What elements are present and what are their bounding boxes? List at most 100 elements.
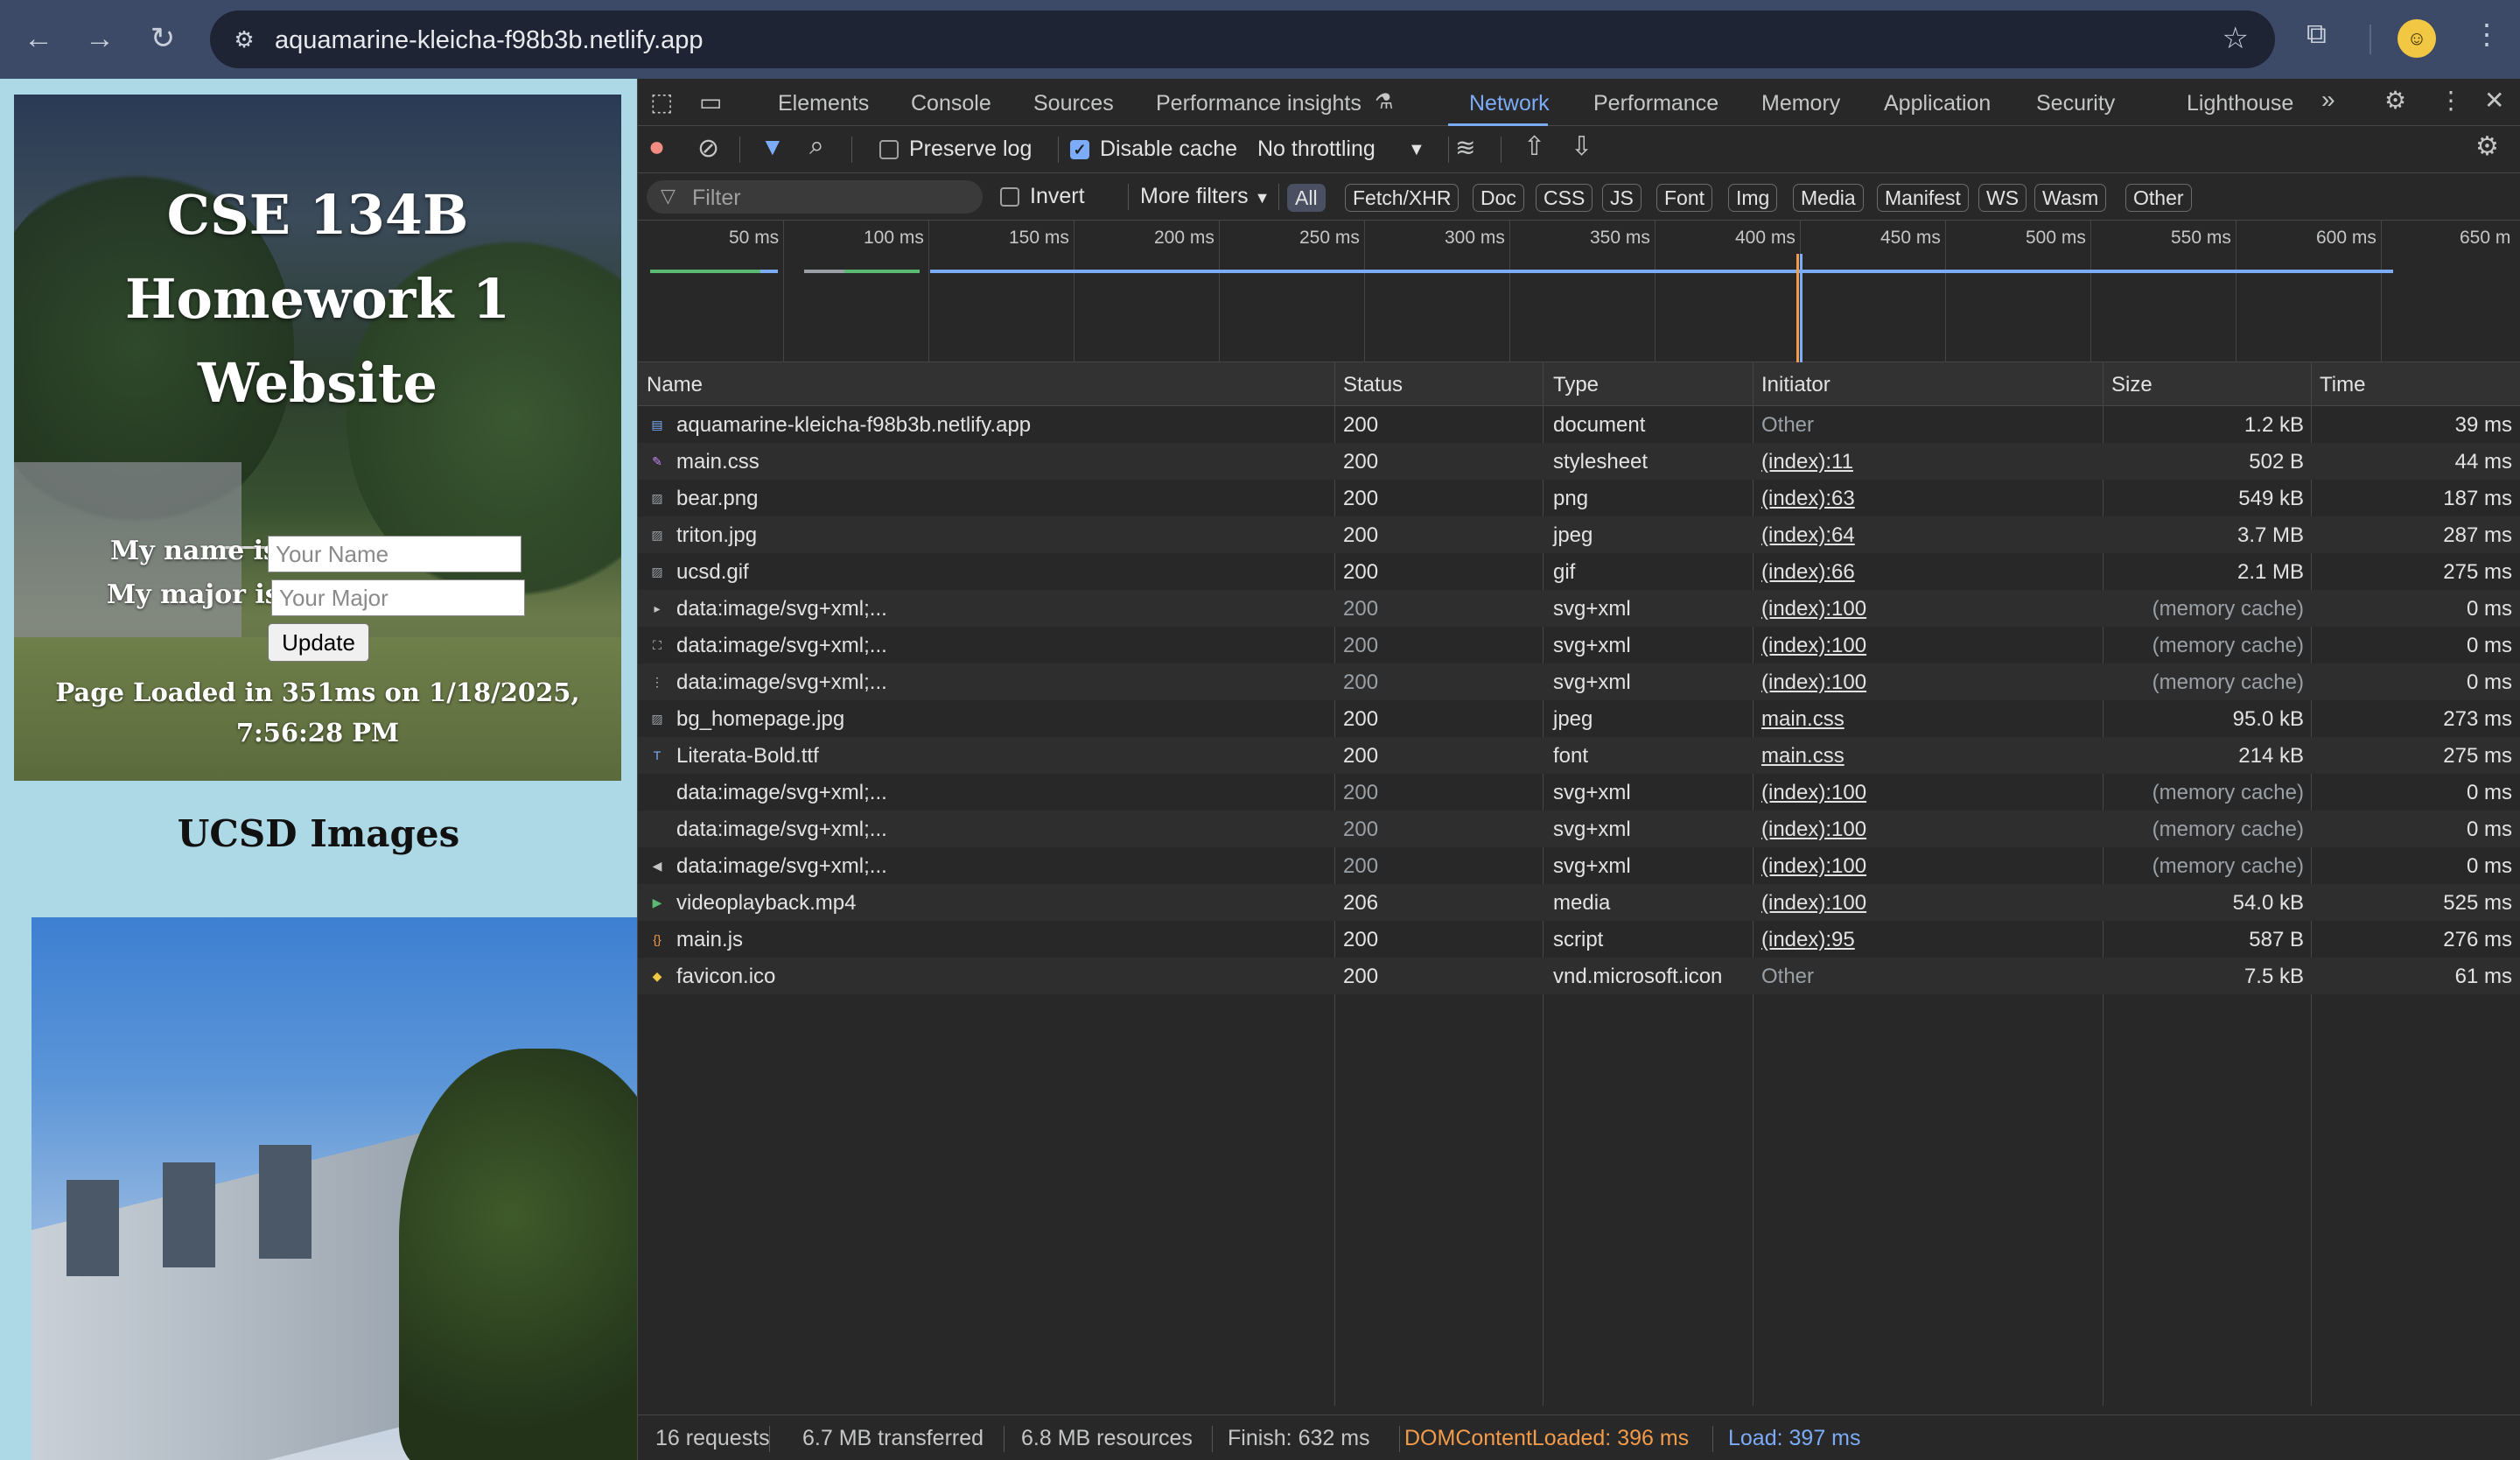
filter-type-manifest[interactable]: Manifest	[1877, 184, 1969, 212]
tab-lighthouse[interactable]: Lighthouse	[2187, 91, 2293, 116]
disable-cache-checkbox[interactable]: ✓	[1070, 140, 1089, 159]
search-icon[interactable]: ⌕	[809, 131, 824, 161]
request-name[interactable]: triton.jpg	[676, 523, 757, 548]
record-stop-icon[interactable]: ⏺	[650, 133, 663, 163]
table-row[interactable]: ▸ data:image/svg+xml;... 200 svg+xml (index)…	[638, 590, 2520, 627]
tab-network[interactable]: Network	[1469, 91, 1550, 116]
request-name[interactable]: data:image/svg+xml;...	[676, 634, 887, 658]
request-name[interactable]: ucsd.gif	[676, 560, 749, 585]
filter-type-wasm[interactable]: Wasm	[2034, 184, 2107, 212]
request-initiator[interactable]: (index):95	[1761, 928, 1855, 952]
tab-memory[interactable]: Memory	[1761, 91, 1840, 116]
more-filters-dropdown[interactable]: More filters ▼	[1126, 184, 1270, 209]
device-toolbar-icon[interactable]: ▭	[699, 88, 722, 116]
filter-type-fetch-xhr[interactable]: Fetch/XHR	[1345, 184, 1460, 212]
request-initiator[interactable]: (index):11	[1761, 450, 1853, 474]
request-initiator[interactable]: (index):100	[1761, 854, 1866, 879]
request-name[interactable]: videoplayback.mp4	[676, 891, 856, 916]
table-row[interactable]: ⛶ data:image/svg+xml;... 200 svg+xml (index)…	[638, 627, 2520, 663]
preserve-log-label[interactable]: Preserve log	[909, 137, 1032, 162]
request-name[interactable]: data:image/svg+xml;...	[676, 781, 887, 805]
request-initiator[interactable]: main.css	[1761, 707, 1844, 732]
filter-type-other[interactable]: Other	[2125, 184, 2192, 212]
network-overview[interactable]: 50 ms 100 ms 150 ms 200 ms 250 ms 300 ms…	[638, 221, 2520, 362]
column-header-time[interactable]: Time	[2320, 373, 2365, 397]
table-row[interactable]: T Literata-Bold.ttf 200 font main.css 214 kB 2…	[638, 737, 2520, 774]
clear-icon[interactable]: ⊘	[697, 133, 719, 164]
table-row[interactable]: ▨ triton.jpg 200 jpeg (index):64 3.7 MB 287 ms	[638, 516, 2520, 553]
request-name[interactable]: data:image/svg+xml;...	[676, 854, 887, 879]
filter-type-css[interactable]: CSS	[1536, 184, 1593, 212]
request-initiator[interactable]: (index):64	[1761, 523, 1855, 548]
close-icon[interactable]: ✕	[2484, 86, 2504, 115]
filter-type-doc[interactable]: Doc	[1473, 184, 1524, 212]
request-name[interactable]: data:image/svg+xml;...	[676, 818, 887, 842]
table-row[interactable]: ▨ bear.png 200 png (index):63 549 kB 187 ms	[638, 480, 2520, 516]
filter-type-all[interactable]: All	[1287, 184, 1326, 212]
table-row[interactable]: ▨ ucsd.gif 200 gif (index):66 2.1 MB 275 ms	[638, 553, 2520, 590]
table-row[interactable]: ◀ data:image/svg+xml;... 200 svg+xml (index)…	[638, 847, 2520, 884]
update-button[interactable]: Update	[268, 623, 369, 662]
request-initiator[interactable]: (index):100	[1761, 818, 1866, 842]
filter-type-media[interactable]: Media	[1793, 184, 1864, 212]
devtools-menu-icon[interactable]: ⋮	[2439, 86, 2463, 115]
column-header-size[interactable]: Size	[2111, 373, 2152, 397]
throttling-select[interactable]: No throttling	[1257, 137, 1376, 162]
network-conditions-icon[interactable]: ≋	[1455, 133, 1475, 162]
request-name[interactable]: bg_homepage.jpg	[676, 707, 844, 732]
name-input[interactable]	[268, 536, 522, 572]
table-row[interactable]: ⋮ data:image/svg+xml;... 200 svg+xml (index)…	[638, 663, 2520, 700]
reload-icon[interactable]: ↻	[142, 18, 184, 60]
request-initiator[interactable]: (index):100	[1761, 634, 1866, 658]
preserve-log-checkbox[interactable]	[879, 140, 899, 159]
tab-application[interactable]: Application	[1884, 91, 1991, 116]
filter-type-img[interactable]: Img	[1728, 184, 1778, 212]
browser-menu-icon[interactable]: ⋮	[2473, 18, 2501, 51]
request-name[interactable]: main.css	[676, 450, 760, 474]
tab-security[interactable]: Security	[2036, 91, 2115, 116]
table-row[interactable]: ▶ videoplayback.mp4 206 media (index):100 54.…	[638, 884, 2520, 921]
table-row[interactable]: ✎ main.css 200 stylesheet (index):11 502 B 44 …	[638, 443, 2520, 480]
settings-icon[interactable]: ⚙	[2384, 86, 2406, 115]
column-header-status[interactable]: Status	[1343, 373, 1403, 397]
site-info-icon[interactable]: ⚙	[228, 23, 261, 56]
request-name[interactable]: data:image/svg+xml;...	[676, 670, 887, 695]
table-row[interactable]: data:image/svg+xml;... 200 svg+xml (index):…	[638, 811, 2520, 847]
request-name[interactable]: bear.png	[676, 487, 758, 511]
column-header-name[interactable]: Name	[647, 373, 703, 397]
invert-checkbox[interactable]	[1000, 187, 1019, 207]
table-row[interactable]: data:image/svg+xml;... 200 svg+xml (index):…	[638, 774, 2520, 811]
request-initiator[interactable]: (index):100	[1761, 670, 1866, 695]
profile-avatar[interactable]: ☺	[2398, 19, 2436, 58]
network-settings-icon[interactable]: ⚙	[2475, 131, 2499, 162]
tab-sources[interactable]: Sources	[1033, 91, 1114, 116]
tab-performance-insights[interactable]: Performance insights	[1156, 91, 1362, 116]
request-name[interactable]: Literata-Bold.ttf	[676, 744, 819, 769]
inspect-element-icon[interactable]: ⬚	[650, 88, 673, 116]
more-tabs-icon[interactable]: »	[2321, 86, 2335, 114]
back-icon[interactable]: ←	[18, 18, 60, 60]
filter-type-js[interactable]: JS	[1602, 184, 1642, 212]
table-row[interactable]: ▨ bg_homepage.jpg 200 jpeg main.css 95.0 kB 27…	[638, 700, 2520, 737]
table-row[interactable]: ◆ favicon.ico 200 vnd.microsoft.icon Other 7.…	[638, 958, 2520, 994]
export-har-icon[interactable]: ⇩	[1571, 131, 1592, 162]
table-row[interactable]: ▤ aquamarine-kleicha-f98b3b.netlify.app 20…	[638, 406, 2520, 443]
forward-icon[interactable]: →	[79, 18, 121, 60]
table-row[interactable]: {} main.js 200 script (index):95 587 B 276 ms	[638, 921, 2520, 958]
major-input[interactable]	[271, 579, 525, 616]
request-initiator[interactable]: (index):66	[1761, 560, 1855, 585]
request-initiator[interactable]: (index):100	[1761, 891, 1866, 916]
request-initiator[interactable]: main.css	[1761, 744, 1844, 769]
invert-label[interactable]: Invert	[1030, 184, 1085, 209]
request-name[interactable]: favicon.ico	[676, 965, 775, 989]
column-header-type[interactable]: Type	[1553, 373, 1599, 397]
request-name[interactable]: aquamarine-kleicha-f98b3b.netlify.app	[676, 413, 1031, 438]
tab-elements[interactable]: Elements	[778, 91, 869, 116]
request-initiator[interactable]: (index):100	[1761, 781, 1866, 805]
filter-type-font[interactable]: Font	[1656, 184, 1713, 212]
request-initiator[interactable]: (index):100	[1761, 597, 1866, 621]
tab-performance[interactable]: Performance	[1593, 91, 1718, 116]
filter-type-ws[interactable]: WS	[1978, 184, 2027, 212]
filter-icon[interactable]: ▼	[760, 133, 785, 161]
address-bar[interactable]: ⚙ aquamarine-kleicha-f98b3b.netlify.app …	[210, 11, 2275, 68]
